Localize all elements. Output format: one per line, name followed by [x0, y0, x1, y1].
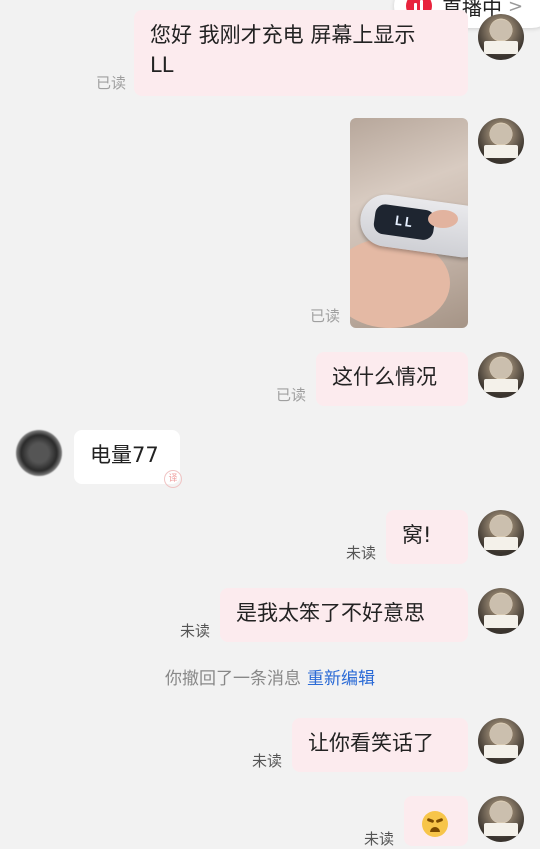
my-avatar[interactable] [478, 510, 524, 556]
my-avatar[interactable] [478, 718, 524, 764]
read-status: 已读 [276, 386, 307, 404]
message-text: 这什么情况 [332, 365, 437, 389]
message-text: 让你看笑话了 [308, 731, 434, 755]
message-bubble[interactable]: 窝! [386, 510, 468, 564]
unread-status: 未读 [252, 752, 283, 770]
message-text-line: LL [150, 53, 174, 77]
recall-notice: 你撤回了一条消息 重新编辑 [0, 664, 540, 689]
chevron-right-icon: > [508, 0, 524, 17]
message-text-line: 您好 我刚才充电 屏幕上显示 [150, 23, 416, 47]
my-avatar[interactable] [478, 14, 524, 60]
my-avatar[interactable] [478, 796, 524, 842]
read-status: 已读 [310, 307, 341, 325]
my-avatar[interactable] [478, 588, 524, 634]
my-avatar[interactable] [478, 118, 524, 164]
persevering-face-emoji-icon [422, 811, 448, 837]
device-screen: LL [372, 203, 437, 242]
message-bubble[interactable]: 这什么情况 [316, 352, 468, 406]
message-text: 是我太笨了不好意思 [236, 601, 425, 625]
my-avatar[interactable] [478, 352, 524, 398]
read-status: 已读 [96, 74, 127, 92]
message-text: 窝! [402, 523, 432, 547]
message-text: 电量77 [90, 443, 159, 467]
photo-finger [428, 210, 458, 228]
message-bubble[interactable]: 让你看笑话了 [292, 718, 468, 772]
unread-status: 未读 [346, 544, 377, 562]
message-bubble[interactable]: 是我太笨了不好意思 [220, 588, 468, 642]
unread-status: 未读 [180, 622, 211, 640]
device-screen-text: LL [393, 213, 416, 231]
recall-text: 你撤回了一条消息 [165, 669, 301, 689]
translate-badge-icon: 译 [164, 470, 182, 488]
message-bubble[interactable]: 您好 我刚才充电 屏幕上显示 LL [134, 10, 468, 96]
contact-avatar[interactable] [16, 430, 62, 476]
message-bubble[interactable] [404, 796, 468, 846]
message-photo[interactable]: LL [350, 118, 468, 328]
re-edit-link[interactable]: 重新编辑 [307, 669, 375, 689]
